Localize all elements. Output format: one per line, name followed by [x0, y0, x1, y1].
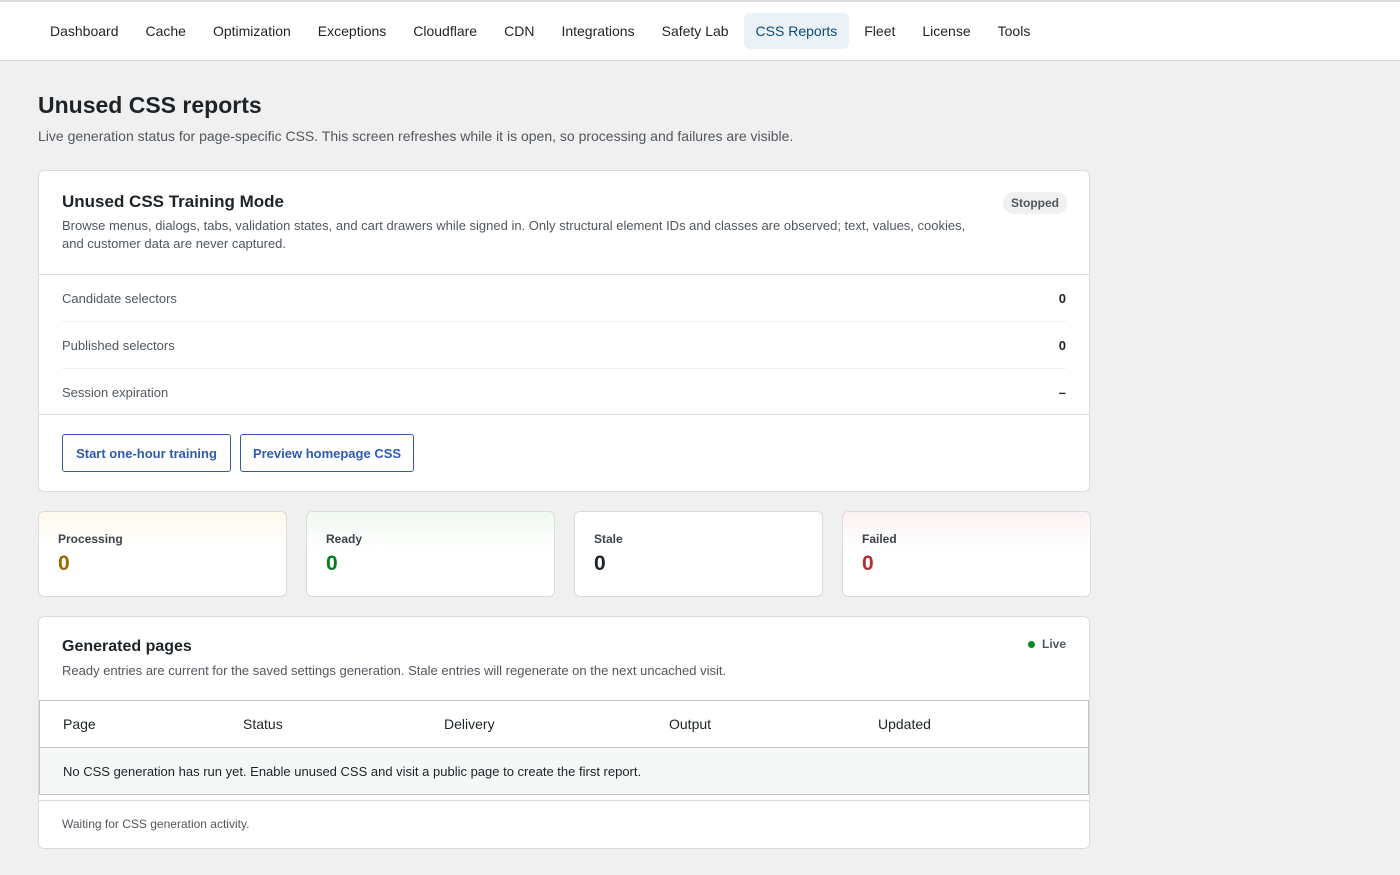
stat-card-processing: Processing 0: [38, 511, 287, 597]
nav-fleet[interactable]: Fleet: [852, 13, 907, 49]
top-navigation: Dashboard Cache Optimization Exceptions …: [0, 0, 1400, 61]
column-header-output: Output: [669, 716, 712, 732]
column-header-delivery: Delivery: [444, 716, 495, 732]
live-label: Live: [1041, 637, 1066, 651]
stat-card-ready: Ready 0: [306, 511, 555, 597]
row-label: Session expiration: [62, 385, 169, 400]
table-header: Page Status Delivery Output Updated: [40, 701, 1088, 748]
stat-value: 0: [326, 552, 338, 575]
training-title: Unused CSS Training Mode: [62, 192, 284, 211]
stat-value: 0: [58, 552, 70, 575]
status-badge: Stopped: [1003, 192, 1067, 214]
stat-label: Failed: [862, 532, 897, 546]
divider: [39, 414, 1089, 415]
generated-pages-table: Page Status Delivery Output Updated No C…: [39, 700, 1089, 795]
row-value: 0: [1058, 290, 1066, 306]
activity-status: Waiting for CSS generation activity.: [62, 817, 250, 831]
nav-integrations[interactable]: Integrations: [549, 13, 646, 49]
column-header-status: Status: [243, 716, 283, 732]
empty-message: No CSS generation has run yet. Enable un…: [63, 763, 642, 779]
page-title: Unused CSS reports: [38, 92, 262, 118]
stat-label: Stale: [594, 532, 623, 546]
nav-safety-lab[interactable]: Safety Lab: [650, 13, 741, 49]
row-label: Candidate selectors: [62, 290, 177, 306]
column-header-updated: Updated: [878, 716, 931, 732]
nav-cdn[interactable]: CDN: [492, 13, 546, 49]
row-value: 0: [1058, 337, 1066, 353]
stat-label: Processing: [58, 532, 123, 546]
preview-homepage-css-button[interactable]: Preview homepage CSS: [240, 434, 414, 472]
nav-license[interactable]: License: [910, 13, 982, 49]
published-selectors-row: Published selectors 0: [62, 322, 1066, 369]
nav-dashboard[interactable]: Dashboard: [38, 13, 131, 49]
stat-value: 0: [862, 552, 874, 575]
divider: [39, 800, 1089, 801]
stat-value: 0: [594, 552, 606, 575]
nav-cache[interactable]: Cache: [134, 13, 198, 49]
generated-pages-card: Generated pages Ready entries are curren…: [38, 616, 1090, 849]
start-training-button[interactable]: Start one-hour training: [62, 434, 231, 472]
stat-card-stale: Stale 0: [574, 511, 823, 597]
candidate-selectors-row: Candidate selectors 0: [62, 275, 1066, 322]
session-expiration-row: Session expiration –: [62, 369, 1066, 416]
row-label: Published selectors: [62, 337, 175, 353]
stat-card-failed: Failed 0: [842, 511, 1091, 597]
generated-pages-description: Ready entries are current for the saved …: [62, 663, 727, 678]
training-description: Browse menus, dialogs, tabs, validation …: [62, 218, 966, 251]
table-empty-row: No CSS generation has run yet. Enable un…: [40, 748, 1088, 794]
training-mode-card: Unused CSS Training Mode Browse menus, d…: [38, 170, 1090, 492]
nav-tools[interactable]: Tools: [986, 13, 1043, 49]
nav-css-reports[interactable]: CSS Reports: [743, 13, 850, 49]
column-header-page: Page: [63, 716, 96, 732]
nav-optimization[interactable]: Optimization: [201, 13, 303, 49]
nav-exceptions[interactable]: Exceptions: [306, 13, 398, 49]
generated-pages-title: Generated pages: [62, 638, 192, 655]
nav-cloudflare[interactable]: Cloudflare: [401, 13, 489, 49]
stat-label: Ready: [326, 532, 363, 546]
row-value: –: [1058, 385, 1066, 400]
page-description: Live generation status for page-specific…: [38, 128, 794, 144]
live-dot-icon: [1027, 640, 1035, 648]
live-indicator: Live: [1027, 637, 1066, 651]
